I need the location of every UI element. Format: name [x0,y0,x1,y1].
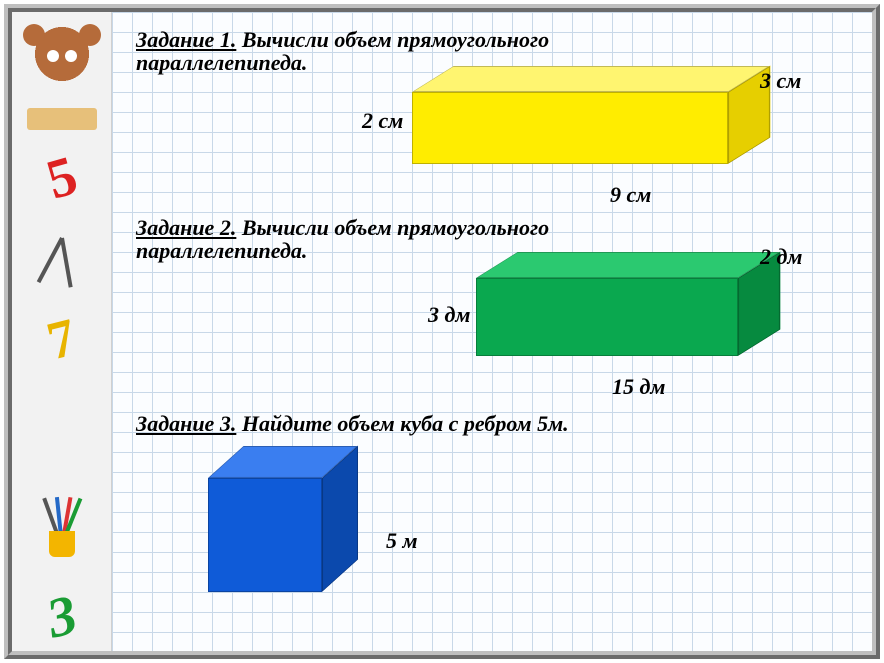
task-1-depth: 3 см [760,68,801,94]
task-3-label: Задание 3. [136,411,236,436]
task-1-label: Задание 1. [136,27,236,52]
slide-frame: 5 7 3 Задание 1. Вычисли объем прямоугол… [4,4,880,659]
digit-three-icon: 3 [30,578,93,656]
desk-icon [27,108,97,130]
mascot-icon [19,22,105,102]
sidebar: 5 7 3 [12,12,112,651]
task-2-depth: 2 дм [760,244,803,270]
task-3-body: Найдите объем куба с ребром 5м. [242,411,569,436]
task-2-width: 15 дм [612,374,666,400]
digit-seven-icon: 7 [31,301,93,376]
worksheet-area: Задание 1. Вычисли объем прямоугольного … [112,12,872,651]
task-1-height: 2 см [362,108,403,134]
task-3-text: Задание 3. Найдите объем куба с ребром 5… [136,412,696,435]
digit-five-icon: 5 [29,139,94,218]
task-3-edge: 5 м [386,528,418,554]
task-1-width: 9 см [610,182,651,208]
compasses-icon [40,232,84,292]
task-2-label: Задание 2. [136,215,236,240]
task-2-height: 3 дм [428,302,471,328]
tools-cup-icon [37,507,87,557]
